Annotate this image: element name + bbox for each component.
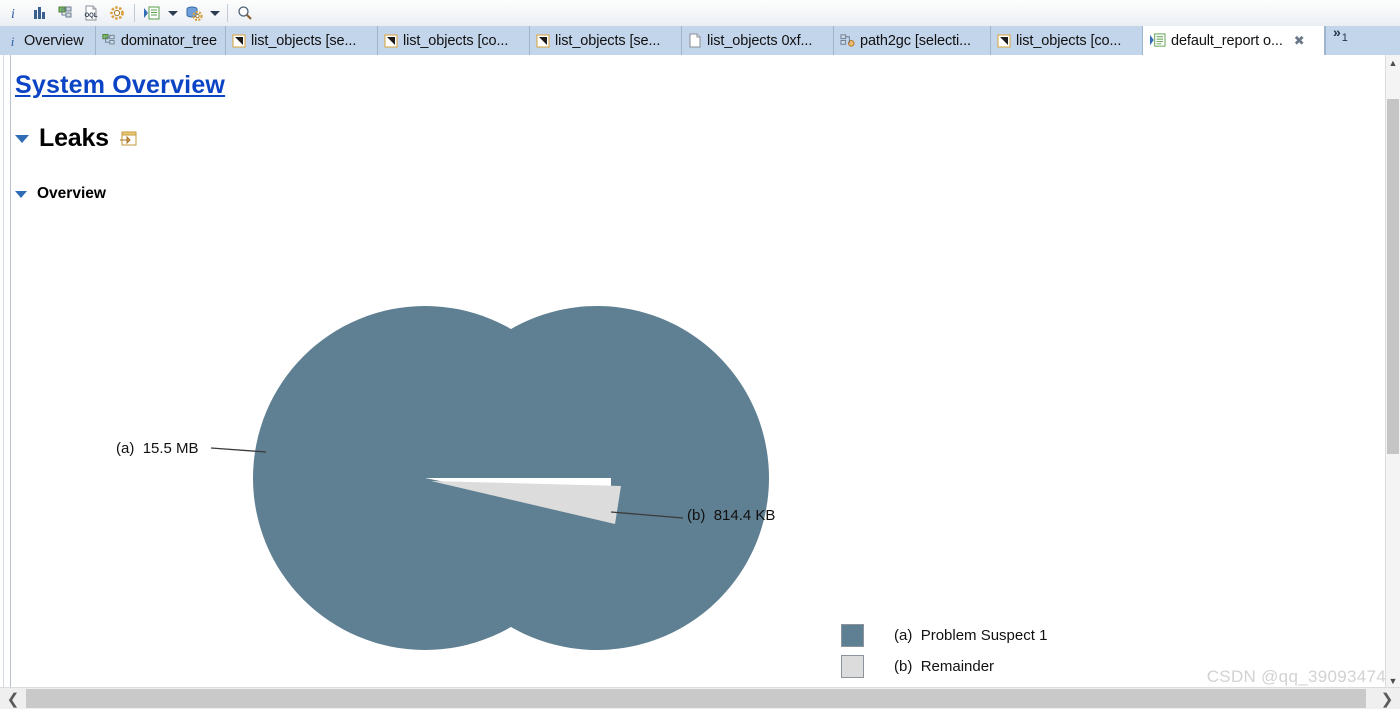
legend-name-a: Problem Suspect 1 [920, 627, 1048, 644]
search-icon[interactable] [232, 1, 258, 25]
toolbar-separator [134, 4, 135, 22]
leak-suspects-pie-chart: (a) 15.5 MB (b) 814.4 KB Total: 16.2 MB … [11, 205, 1111, 688]
legend-swatch-b [841, 655, 864, 678]
run-expert-system-dropdown-arrow[interactable] [165, 1, 181, 25]
database-dropdown-arrow[interactable] [207, 1, 223, 25]
info-icon: i [11, 34, 15, 48]
watermark: CSDN @qq_39093474 [1206, 667, 1386, 686]
pie-label-a-key: (a) [116, 440, 135, 457]
tab-list-objects-1[interactable]: list_objects [se... [226, 26, 378, 55]
vertical-scrollbar-thumb[interactable] [1387, 99, 1399, 454]
legend-swatch-a [841, 624, 864, 647]
tab-list-objects-2[interactable]: list_objects [co... [378, 26, 530, 55]
tab-path2gc[interactable]: path2gc [selecti... [834, 26, 991, 55]
database-gear-icon[interactable] [181, 1, 207, 25]
legend-name-b: Remainder [920, 658, 995, 675]
tab-label: dominator_tree [120, 32, 217, 49]
left-gutter [0, 55, 11, 688]
settings-gear-icon[interactable] [104, 1, 130, 25]
scroll-down-arrow-icon[interactable]: ▼ [1386, 673, 1400, 688]
report-icon [1150, 33, 1166, 47]
toolbar-separator-2 [227, 4, 228, 22]
tab-label: list_objects [co... [1016, 32, 1122, 49]
tab-list-objects-5[interactable]: list_objects [co... [991, 26, 1143, 55]
tab-overview[interactable]: i Overview [0, 26, 96, 55]
list-icon [997, 34, 1011, 47]
chevron-down-icon[interactable] [15, 190, 27, 198]
pie-label-b-key: (b) [687, 507, 706, 524]
svg-text:i: i [11, 7, 15, 21]
pie-label-a: (a) 15.5 MB [116, 440, 199, 457]
legend-item-a: (a) Problem Suspect 1 [841, 620, 1047, 651]
tab-default-report[interactable]: default_report o... ✖ [1143, 26, 1325, 55]
system-overview-link[interactable]: System Overview [15, 71, 225, 100]
tab-label: list_objects [co... [403, 32, 509, 49]
scroll-left-arrow-icon[interactable]: ❮ [0, 688, 26, 709]
report-content: System Overview Leaks Overview (a) 15.5 … [0, 55, 1386, 688]
overflow-count: 1 [1341, 32, 1348, 44]
tab-list-objects-3[interactable]: list_objects [se... [530, 26, 682, 55]
pie-label-a-value: 15.5 MB [142, 440, 199, 457]
horizontal-scrollbar-thumb[interactable] [26, 689, 1366, 708]
legend-label-a: (a) Problem Suspect 1 [894, 627, 1047, 644]
histogram-icon[interactable] [26, 1, 52, 25]
legend-key-a: (a) [894, 627, 913, 644]
horizontal-scrollbar[interactable]: ❮ ❯ [0, 687, 1400, 709]
overflow-chevrons: » [1333, 26, 1341, 40]
tab-label: list_objects 0xf... [707, 32, 813, 49]
main-toolbar: i OQL [0, 0, 1400, 27]
window-open-icon[interactable] [119, 130, 137, 147]
run-expert-system-icon[interactable] [139, 1, 165, 25]
path-icon [840, 34, 855, 47]
tab-list-objects-4[interactable]: list_objects 0xf... [682, 26, 834, 55]
list-icon [232, 34, 246, 47]
chevron-down-icon[interactable] [15, 134, 29, 143]
eclipse-mat-window: i OQL i Overview dominator_tree list_obj… [0, 0, 1400, 709]
overview-section-header[interactable]: Overview [15, 185, 106, 203]
scroll-right-arrow-icon[interactable]: ❯ [1374, 688, 1400, 709]
tab-label: list_objects [se... [251, 32, 357, 49]
overview-title: Overview [37, 185, 106, 202]
report-page: System Overview Leaks Overview (a) 15.5 … [11, 55, 1386, 688]
pie-label-b-value: 814.4 KB [713, 507, 776, 524]
list-icon [384, 34, 398, 47]
file-icon [689, 33, 701, 48]
svg-text:OQL: OQL [85, 13, 98, 19]
close-icon[interactable]: ✖ [1294, 34, 1305, 47]
pie-legend: (a) Problem Suspect 1 (b) Remainder [841, 620, 1047, 682]
pie-label-b: (b) 814.4 KB [687, 507, 775, 524]
leaks-section-header[interactable]: Leaks [15, 124, 137, 153]
vertical-scrollbar[interactable]: ▲ ▼ [1385, 55, 1400, 688]
svg-text:i: i [11, 34, 15, 48]
tab-overflow-indicator[interactable]: » 1 [1325, 26, 1354, 55]
info-icon[interactable]: i [0, 1, 26, 25]
list-icon [536, 34, 550, 47]
legend-label-b: (b) Remainder [894, 658, 994, 675]
legend-item-b: (b) Remainder [841, 651, 1047, 682]
tab-label: default_report o... [1171, 32, 1283, 49]
tab-label: list_objects [se... [555, 32, 661, 49]
tab-label: Overview [24, 32, 84, 49]
legend-key-b: (b) [894, 658, 913, 675]
scroll-up-arrow-icon[interactable]: ▲ [1386, 55, 1400, 70]
tree-icon [102, 34, 115, 45]
tab-dominator-tree[interactable]: dominator_tree [96, 26, 226, 55]
dominator-tree-icon[interactable] [52, 1, 78, 25]
leaks-title: Leaks [39, 124, 109, 152]
tab-label: path2gc [selecti... [860, 32, 971, 49]
oql-icon[interactable]: OQL [78, 1, 104, 25]
editor-tab-bar: i Overview dominator_tree list_objects [… [0, 26, 1400, 55]
horizontal-scrollbar-track[interactable] [26, 688, 1374, 709]
